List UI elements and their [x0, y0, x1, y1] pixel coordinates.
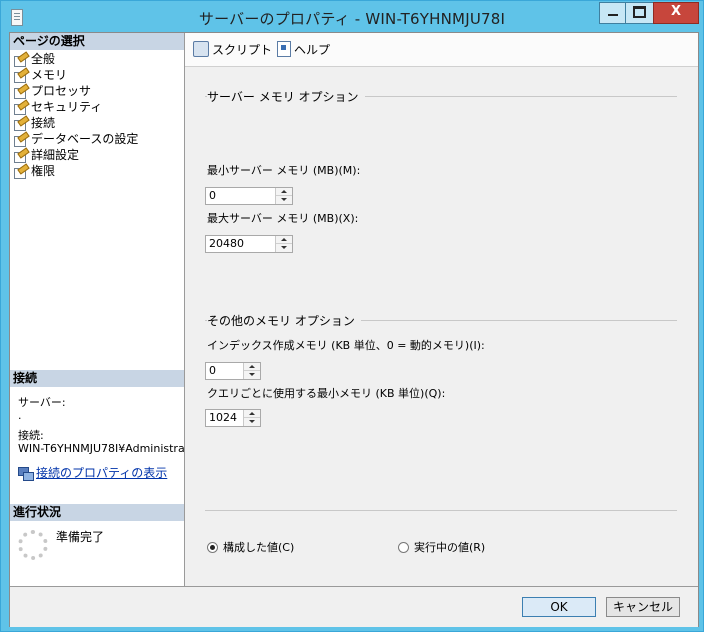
view-connection-properties[interactable]: 接続のプロパティの表示: [18, 464, 167, 481]
window-title: サーバーのプロパティ - WIN-T6YHNMJU78I: [198, 10, 506, 28]
left-pane: ページの選択 全般 メモリ プロセッサ セキュリティ 接続 データベースの設定 …: [10, 33, 185, 586]
server-value: .: [18, 409, 22, 422]
spin-down-icon[interactable]: [276, 196, 292, 204]
page-item-processor[interactable]: プロセッサ: [14, 83, 138, 99]
page-icon: [14, 99, 30, 115]
script-label: スクリプト: [212, 43, 273, 57]
options-separator: [205, 510, 677, 511]
min-server-memory-label: 最小サーバー メモリ (MB)(M):: [207, 164, 361, 177]
spin-up-icon[interactable]: [276, 188, 292, 196]
page-item-label: 詳細設定: [31, 148, 80, 162]
min-server-memory-value: 0: [209, 189, 216, 202]
other-memory-group-label: その他のメモリ オプション: [207, 312, 361, 329]
page-item-permissions[interactable]: 権限: [14, 163, 138, 179]
page-icon: [14, 51, 30, 67]
running-values-option[interactable]: 実行中の値(R): [398, 539, 485, 555]
spin-down-icon[interactable]: [244, 418, 260, 426]
page-icon: [14, 83, 30, 99]
script-icon: [193, 41, 209, 57]
min-server-memory-stepper[interactable]: 0: [205, 187, 293, 205]
cancel-button[interactable]: キャンセル: [606, 597, 680, 617]
server-label: サーバー:: [18, 396, 66, 409]
help-icon: [277, 41, 291, 57]
page-item-label: セキュリティ: [31, 100, 103, 114]
help-button[interactable]: ヘルプ: [277, 41, 330, 58]
page-icon: [14, 147, 30, 163]
min-query-memory-label: クエリごとに使用する最小メモリ (KB 単位)(Q):: [207, 387, 446, 400]
page-item-label: メモリ: [31, 68, 68, 82]
script-button[interactable]: スクリプト: [193, 41, 289, 58]
page-item-advanced[interactable]: 詳細設定: [14, 147, 138, 163]
configured-values-option[interactable]: 構成した値(C): [207, 539, 294, 555]
max-server-memory-label: 最大サーバー メモリ (MB)(X):: [207, 212, 359, 225]
page-item-memory[interactable]: メモリ: [14, 67, 138, 83]
progress-spinner-icon: [18, 530, 48, 560]
connection-label: 接続:: [18, 429, 44, 442]
spin-down-icon[interactable]: [244, 371, 260, 379]
connection-value: WIN-T6YHNMJU78I¥Administra: [18, 442, 185, 455]
close-icon: X: [670, 4, 682, 19]
view-connection-properties-link[interactable]: 接続のプロパティの表示: [36, 466, 167, 480]
progress-header: 進行状況: [10, 504, 184, 521]
server-properties-window: サーバーのプロパティ - WIN-T6YHNMJU78I X ページの選択 全般…: [0, 0, 704, 632]
page-icon: [14, 67, 30, 83]
page-icon: [14, 163, 30, 179]
configured-values-label: 構成した値(C): [223, 541, 295, 554]
minimize-icon: [608, 13, 618, 16]
dialog-client: ページの選択 全般 メモリ プロセッサ セキュリティ 接続 データベースの設定 …: [9, 32, 699, 627]
connection-info: サーバー: . 接続: WIN-T6YHNMJU78I¥Administra: [18, 396, 186, 455]
server-memory-group-label: サーバー メモリ オプション: [207, 88, 365, 105]
page-item-security[interactable]: セキュリティ: [14, 99, 138, 115]
page-item-general[interactable]: 全般: [14, 51, 138, 67]
max-server-memory-stepper[interactable]: 20480: [205, 235, 293, 253]
connection-properties-icon: [18, 467, 34, 481]
page-list: 全般 メモリ プロセッサ セキュリティ 接続 データベースの設定 詳細設定 権限: [14, 51, 138, 179]
running-values-label: 実行中の値(R): [414, 541, 486, 554]
index-memory-label: インデックス作成メモリ (KB 単位、0 = 動的メモリ)(I):: [207, 339, 485, 352]
min-query-memory-value: 1024: [209, 411, 237, 424]
title-bar[interactable]: サーバーのプロパティ - WIN-T6YHNMJU78I X: [1, 1, 703, 31]
page-item-label: データベースの設定: [31, 132, 139, 146]
minimize-button[interactable]: [599, 2, 627, 24]
ok-button[interactable]: OK: [522, 597, 596, 617]
close-button[interactable]: X: [653, 2, 699, 24]
maximize-button[interactable]: [625, 2, 654, 24]
spin-down-icon[interactable]: [276, 244, 292, 252]
page-item-connections[interactable]: 接続: [14, 115, 138, 131]
max-server-memory-value: 20480: [209, 237, 244, 250]
running-values-radio[interactable]: [398, 542, 409, 553]
pages-header: ページの選択: [10, 33, 184, 50]
index-memory-value: 0: [209, 364, 216, 377]
page-item-label: 全般: [31, 52, 56, 66]
min-query-memory-stepper[interactable]: 1024: [205, 409, 261, 427]
progress-status: 準備完了: [56, 530, 105, 544]
index-memory-stepper[interactable]: 0: [205, 362, 261, 380]
page-item-label: 権限: [31, 164, 56, 178]
help-label: ヘルプ: [294, 43, 331, 57]
memory-page: スクリプト ヘルプ サーバー メモリ オプション 最小サーバー メモリ (MB)…: [185, 33, 698, 586]
spin-up-icon[interactable]: [276, 236, 292, 244]
page-item-database-settings[interactable]: データベースの設定: [14, 131, 138, 147]
connection-header: 接続: [10, 370, 184, 387]
maximize-icon: [633, 6, 646, 18]
toolbar: スクリプト ヘルプ: [185, 33, 698, 67]
configured-values-radio[interactable]: [207, 542, 218, 553]
page-icon: [14, 131, 30, 147]
spin-up-icon[interactable]: [244, 363, 260, 371]
page-icon: [14, 115, 30, 131]
page-item-label: 接続: [31, 116, 56, 130]
dialog-footer: OK キャンセル: [10, 586, 698, 627]
spin-up-icon[interactable]: [244, 410, 260, 418]
page-item-label: プロセッサ: [31, 84, 92, 98]
